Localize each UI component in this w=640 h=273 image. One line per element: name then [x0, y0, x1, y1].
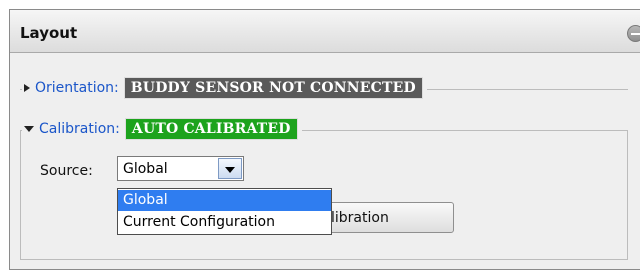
orientation-label[interactable]: Orientation:: [35, 80, 119, 96]
panel-header: Layout: [10, 10, 640, 53]
calibration-toggle[interactable]: Calibration: AUTO CALIBRATED: [22, 118, 302, 140]
source-option-global[interactable]: Global: [118, 190, 331, 211]
expand-arrow-icon: [24, 84, 30, 92]
chevron-down-icon[interactable]: [218, 158, 242, 179]
calibration-status-badge: AUTO CALIBRATED: [124, 118, 298, 140]
source-select[interactable]: Global: [117, 156, 244, 181]
calibration-button-label: libration: [331, 210, 389, 226]
source-select-value: Global: [123, 161, 168, 177]
source-dropdown-list: Global Current Configuration: [117, 188, 332, 235]
orientation-status-badge: BUDDY SENSOR NOT CONNECTED: [123, 77, 423, 99]
collapse-arrow-icon: [24, 126, 34, 132]
orientation-toggle[interactable]: Orientation: BUDDY SENSOR NOT CONNECTED: [22, 77, 427, 99]
calibration-label[interactable]: Calibration:: [39, 121, 120, 137]
collapse-icon[interactable]: [627, 25, 640, 42]
panel-title: Layout: [20, 24, 78, 42]
source-label: Source:: [40, 163, 93, 179]
source-option-current-configuration[interactable]: Current Configuration: [118, 212, 331, 233]
